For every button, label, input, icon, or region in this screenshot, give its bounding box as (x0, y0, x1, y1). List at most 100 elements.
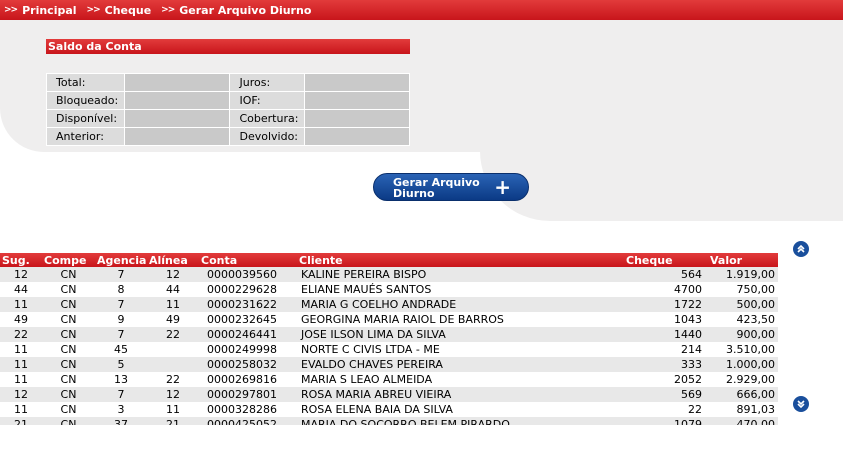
cell-sug: 11 (0, 342, 42, 357)
column-header-cheque[interactable]: Cheque (624, 253, 708, 267)
cell-agencia: 7 (95, 387, 147, 402)
column-header-agencia[interactable]: Agencia (95, 253, 147, 267)
saldo-row: Anterior: Devolvido: (47, 128, 409, 145)
cell-alinea (147, 357, 199, 372)
cell-cliente: ELIANE MAUÉS SANTOS (297, 282, 624, 297)
cell-sug: 22 (0, 327, 42, 342)
cell-sug: 44 (0, 282, 42, 297)
cell-agencia: 8 (95, 282, 147, 297)
double-chevron-up-icon[interactable] (793, 241, 809, 257)
cell-alinea: 21 (147, 417, 199, 425)
cell-cheque: 4700 (624, 282, 708, 297)
cell-valor: 750,00 (708, 282, 778, 297)
table-row[interactable]: 11 CN 45 0000249998 NORTE C CIVIS LTDA - ME 2… (0, 342, 778, 357)
double-chevron-down-icon[interactable] (793, 396, 809, 412)
table-row[interactable]: 12 CN 7 12 0000297801 ROSA MARIA ABREU VIEIRA… (0, 387, 778, 402)
cell-sug: 49 (0, 312, 42, 327)
cell-compe: CN (42, 417, 95, 425)
table-header-row: Sug. Compe Agencia Alínea Conta Cliente Cheque… (0, 253, 778, 267)
cell-cheque: 569 (624, 387, 708, 402)
double-chevron-right-icon: >> (161, 5, 175, 15)
cell-compe: CN (42, 282, 95, 297)
cell-cheque: 1043 (624, 312, 708, 327)
gerar-arquivo-diurno-label: Gerar Arquivo Diurno (393, 176, 480, 200)
column-header-conta[interactable]: Conta (199, 253, 297, 267)
breadcrumb-cheque[interactable]: >> Cheque (87, 4, 152, 17)
gerar-arquivo-diurno-button[interactable]: Gerar Arquivo Diurno + (373, 173, 529, 201)
cell-sug: 11 (0, 357, 42, 372)
cell-agencia: 13 (95, 372, 147, 387)
saldo-label-devolvido: Devolvido: (230, 128, 305, 145)
plus-icon: + (494, 175, 511, 199)
cell-cheque: 2052 (624, 372, 708, 387)
cell-cliente: NORTE C CIVIS LTDA - ME (297, 342, 624, 357)
saldo-value-total (124, 74, 230, 91)
table-row[interactable]: 11 CN 5 0000258032 EVALDO CHAVES PEREIRA 333 1… (0, 357, 778, 372)
cell-agencia: 7 (95, 297, 147, 312)
cell-compe: CN (42, 267, 95, 282)
cell-compe: CN (42, 387, 95, 402)
cell-cliente: ROSA MARIA ABREU VIEIRA (297, 387, 624, 402)
cell-conta: 0000246441 (199, 327, 297, 342)
cell-sug: 21 (0, 417, 42, 425)
cell-alinea: 49 (147, 312, 199, 327)
table-row[interactable]: 21 CN 37 21 0000425052 MARIA DO SOCORRO BELEM… (0, 417, 778, 425)
table-row[interactable]: 49 CN 9 49 0000232645 GEORGINA MARIA RAIOL DE… (0, 312, 778, 327)
table-row[interactable]: 12 CN 7 12 0000039560 KALINE PEREIRA BISPO 564… (0, 267, 778, 282)
table-row[interactable]: 11 CN 3 11 0000328286 ROSA ELENA BAIA DA SILV… (0, 402, 778, 417)
saldo-title: Saldo da Conta (46, 39, 410, 54)
saldo-row: Total: Juros: (47, 74, 409, 91)
cell-conta: 0000425052 (199, 417, 297, 425)
breadcrumb-label: Principal (22, 3, 77, 17)
cell-cheque: 333 (624, 357, 708, 372)
saldo-value-disponivel (124, 110, 230, 127)
column-header-alinea[interactable]: Alínea (147, 253, 199, 267)
saldo-value-bloqueado (124, 92, 230, 109)
cell-agencia: 7 (95, 327, 147, 342)
cell-valor: 3.510,00 (708, 342, 778, 357)
cell-valor: 1.000,00 (708, 357, 778, 372)
cell-compe: CN (42, 297, 95, 312)
saldo-label-iof: IOF: (230, 92, 305, 109)
cell-valor: 470,00 (708, 417, 778, 425)
breadcrumb-gerar-arquivo-diurno[interactable]: >> Gerar Arquivo Diurno (161, 4, 311, 17)
cell-conta: 0000232645 (199, 312, 297, 327)
cell-valor: 1.919,00 (708, 267, 778, 282)
column-header-sug[interactable]: Sug. (0, 253, 42, 267)
cell-cliente: ROSA ELENA BAIA DA SILVA (297, 402, 624, 417)
cell-compe: CN (42, 357, 95, 372)
table-row[interactable]: 44 CN 8 44 0000229628 ELIANE MAUÉS SANTOS 4700… (0, 282, 778, 297)
breadcrumb-principal[interactable]: >> Principal (4, 4, 77, 17)
cell-conta: 0000231622 (199, 297, 297, 312)
cell-valor: 2.929,00 (708, 372, 778, 387)
cell-agencia: 3 (95, 402, 147, 417)
form-panel-background-right (480, 140, 843, 221)
cell-alinea (147, 342, 199, 357)
cell-conta: 0000039560 (199, 267, 297, 282)
saldo-value-devolvido (305, 128, 409, 145)
cell-cheque: 1079 (624, 417, 708, 425)
cell-agencia: 45 (95, 342, 147, 357)
cell-conta: 0000328286 (199, 402, 297, 417)
saldo-label-anterior: Anterior: (47, 128, 124, 145)
column-header-compe[interactable]: Compe (42, 253, 95, 267)
table-row[interactable]: 22 CN 7 22 0000246441 JOSE ILSON LIMA DA SILV… (0, 327, 778, 342)
cell-agencia: 37 (95, 417, 147, 425)
table-row[interactable]: 11 CN 13 22 0000269816 MARIA S LEAO ALMEIDA 20… (0, 372, 778, 387)
cell-alinea: 12 (147, 267, 199, 282)
cell-alinea: 22 (147, 372, 199, 387)
cell-alinea: 12 (147, 387, 199, 402)
cell-cliente: GEORGINA MARIA RAIOL DE BARROS (297, 312, 624, 327)
cell-sug: 12 (0, 267, 42, 282)
saldo-row: Disponível: Cobertura: (47, 110, 409, 127)
table-row[interactable]: 11 CN 7 11 0000231622 MARIA G COELHO ANDRADE 1… (0, 297, 778, 312)
cheques-table-container: Sug. Compe Agencia Alínea Conta Cliente Cheque… (0, 253, 778, 425)
column-header-valor[interactable]: Valor (708, 253, 778, 267)
cell-alinea: 22 (147, 327, 199, 342)
column-header-cliente[interactable]: Cliente (297, 253, 624, 267)
cell-cheque: 214 (624, 342, 708, 357)
cell-sug: 11 (0, 372, 42, 387)
cell-cheque: 564 (624, 267, 708, 282)
saldo-value-anterior (124, 128, 230, 145)
cell-compe: CN (42, 342, 95, 357)
